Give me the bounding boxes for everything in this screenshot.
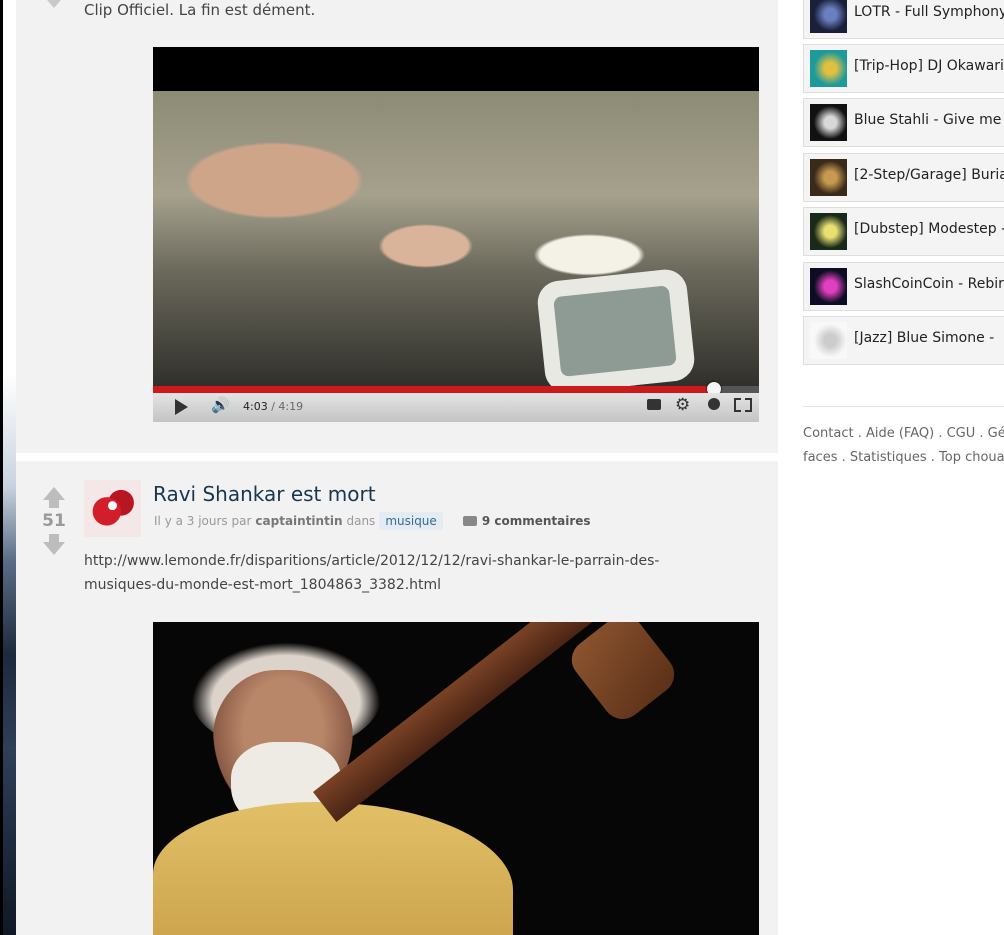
- sidebar-track-item[interactable]: [Dubstep] Modestep -: [803, 207, 1004, 256]
- post-title[interactable]: Ravi Shankar est mort: [153, 482, 376, 506]
- sidebar-divider: [803, 406, 1004, 407]
- video-time: 4:03 / 4:19: [243, 400, 303, 413]
- play-icon[interactable]: [175, 399, 188, 415]
- sidebar-track-item[interactable]: SlashCoinCoin - Rebirth: [803, 262, 1004, 311]
- post-age: Il y a 3 jours par: [154, 514, 252, 528]
- track-thumbnail[interactable]: [810, 104, 847, 141]
- video-controls-bar: 🔊 4:03 / 4:19 ⚙: [153, 393, 759, 422]
- captions-icon[interactable]: [647, 399, 661, 410]
- volume-icon[interactable]: 🔊: [211, 396, 230, 414]
- track-title[interactable]: SlashCoinCoin - Rebirth: [854, 276, 1004, 292]
- sidebar-track-item[interactable]: Blue Stahli - Give me: [803, 98, 1004, 147]
- sidebar-track-item[interactable]: [Trip-Hop] DJ Okawari: [803, 44, 1004, 93]
- video-thumbnail-clock: [535, 267, 697, 395]
- sidebar-track-item[interactable]: LOTR - Full Symphony: [803, 0, 1004, 39]
- author-link[interactable]: captaintintin: [255, 514, 342, 528]
- track-thumbnail[interactable]: [810, 50, 847, 87]
- upvote-arrow-icon[interactable]: [42, 0, 66, 8]
- post-card: Clip Officiel. La fin est dément. 🔊 4:03…: [16, 0, 778, 453]
- desktop-background: [0, 0, 16, 935]
- track-thumbnail[interactable]: [810, 0, 847, 33]
- track-title[interactable]: [Trip-Hop] DJ Okawari: [854, 58, 1004, 74]
- post-description: Clip Officiel. La fin est dément.: [84, 1, 316, 19]
- post-card: 51 Ravi Shankar est mort Il y a 3 jours …: [16, 461, 778, 935]
- video-duration: / 4:19: [271, 400, 304, 413]
- footer-line[interactable]: faces . Statistiques . Top chouac: [803, 446, 1004, 470]
- upvote-arrow-icon[interactable]: [43, 487, 65, 500]
- track-title[interactable]: LOTR - Full Symphony: [854, 4, 1004, 20]
- category-tag[interactable]: musique: [379, 512, 443, 530]
- track-title[interactable]: [2-Step/Garage] Burial: [854, 167, 1004, 183]
- author-avatar[interactable]: [84, 480, 141, 537]
- gear-icon[interactable]: ⚙: [675, 395, 690, 415]
- footer-links: Contact . Aide (FAQ) . CGU . Gé faces . …: [803, 422, 1004, 470]
- vote-box: 51: [40, 487, 68, 555]
- comments-link[interactable]: 9 commentaires: [462, 514, 591, 528]
- track-thumbnail[interactable]: [810, 159, 847, 196]
- downvote-arrow-icon[interactable]: [43, 542, 65, 555]
- track-thumbnail[interactable]: [810, 268, 847, 305]
- track-title[interactable]: [Dubstep] Modestep -: [854, 221, 1004, 237]
- video-frame[interactable]: [153, 91, 759, 395]
- video-progress-fill: [153, 386, 714, 393]
- track-thumbnail[interactable]: [810, 322, 847, 359]
- track-thumbnail[interactable]: [810, 213, 847, 250]
- post-image[interactable]: [153, 622, 759, 935]
- post-url-link[interactable]: http://www.lemonde.fr/disparitions/artic…: [84, 549, 724, 597]
- track-title[interactable]: Blue Stahli - Give me: [854, 112, 1001, 128]
- video-player[interactable]: 🔊 4:03 / 4:19 ⚙: [153, 47, 759, 422]
- fullscreen-icon[interactable]: [734, 398, 752, 412]
- watch-later-icon[interactable]: [708, 398, 720, 410]
- comment-bubble-icon: [462, 516, 477, 526]
- post-meta: Il y a 3 jours par captaintintin dans mu…: [154, 512, 591, 530]
- sidebar-track-item[interactable]: [2-Step/Garage] Burial: [803, 153, 1004, 202]
- vote-score: 51: [42, 511, 66, 531]
- comments-count: 9 commentaires: [481, 514, 591, 528]
- sidebar-track-item[interactable]: [Jazz] Blue Simone -: [803, 316, 1004, 365]
- track-title[interactable]: [Jazz] Blue Simone -: [854, 330, 994, 346]
- in-label: dans: [346, 514, 376, 528]
- footer-line[interactable]: Contact . Aide (FAQ) . CGU . Gé: [803, 422, 1004, 446]
- video-current-time: 4:03: [243, 400, 268, 413]
